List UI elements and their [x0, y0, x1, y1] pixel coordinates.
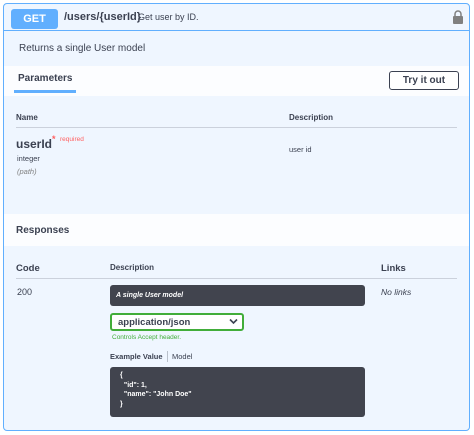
parameters-name-header: Name: [16, 113, 38, 122]
chevron-down-icon: [229, 318, 238, 325]
operation-summary-text: Get user by ID.: [138, 12, 199, 22]
parameters-divider: [16, 127, 457, 128]
parameters-header: Parameters Try it out: [4, 66, 469, 96]
tab-parameters[interactable]: Parameters: [18, 73, 72, 84]
tab-active-indicator: [14, 90, 76, 93]
operation-block: GET /users/{userId} Get user by ID. Retu…: [3, 3, 470, 431]
response-description: A single User model: [110, 285, 365, 306]
try-it-out-button[interactable]: Try it out: [389, 71, 459, 90]
required-mark: *: [52, 134, 56, 144]
operation-path: /users/{userId}: [64, 11, 142, 23]
parameters-description-header: Description: [289, 113, 334, 122]
example-line: {: [120, 372, 123, 379]
parameter-location: (path): [17, 167, 37, 176]
example-line: }: [120, 400, 123, 408]
responses-divider: [16, 278, 457, 279]
media-type-value: application/json: [118, 317, 191, 328]
parameter-type: integer: [17, 154, 40, 163]
method-badge: GET: [11, 9, 58, 29]
response-links: No links: [381, 287, 412, 297]
operation-summary[interactable]: GET /users/{userId} Get user by ID.: [4, 4, 469, 31]
tab-example-value[interactable]: Example Value: [110, 352, 163, 361]
lock-icon[interactable]: [452, 10, 464, 24]
responses-links-header: Links: [381, 263, 406, 274]
media-type-select[interactable]: application/json: [110, 313, 244, 331]
required-label: required: [60, 136, 84, 143]
example-value-code: { "id": 1, "name": "John Doe" }: [110, 367, 365, 417]
tab-model[interactable]: Model: [172, 352, 192, 361]
parameter-description: user id: [289, 145, 312, 154]
response-status-code: 200: [17, 287, 33, 297]
responses-header: Responses: [4, 214, 469, 246]
operation-description: Returns a single User model: [19, 43, 146, 54]
responses-code-header: Code: [16, 263, 40, 274]
media-type-hint: Controls Accept header.: [112, 334, 182, 341]
tab-divider: [167, 351, 168, 362]
responses-description-header: Description: [110, 263, 155, 272]
example-line: "name": "John Doe": [120, 391, 192, 398]
parameter-name: userId: [16, 137, 53, 151]
response-description-text: A single User model: [116, 292, 184, 299]
responses-title: Responses: [16, 225, 70, 236]
example-line: "id": 1,: [120, 381, 147, 389]
